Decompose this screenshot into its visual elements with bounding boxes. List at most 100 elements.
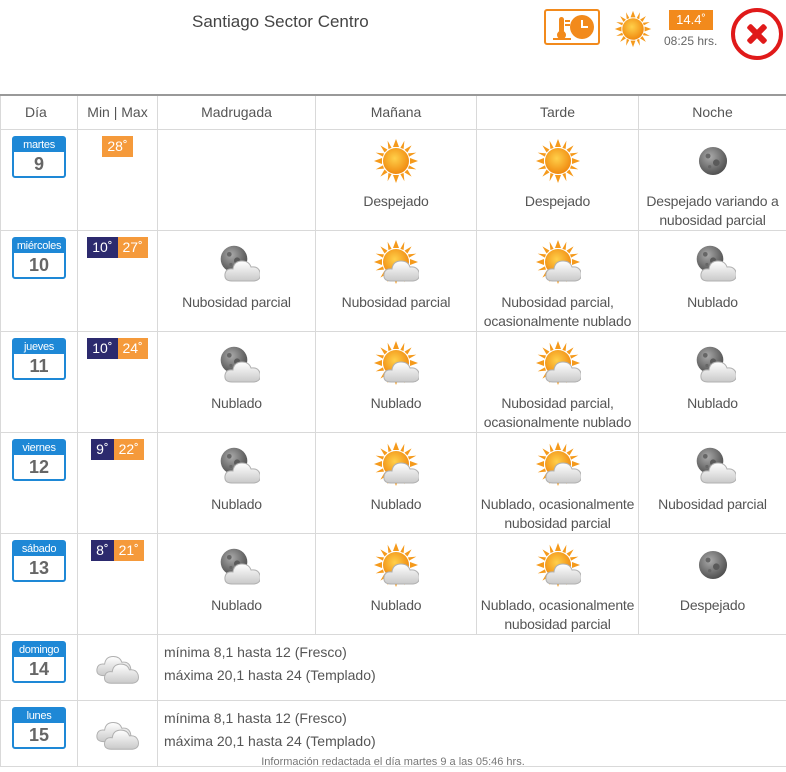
- forecast-description: Nubosidad parcial, ocasionalmente nublad…: [483, 394, 632, 430]
- forecast-slot: Nublado: [315, 330, 477, 433]
- sun-icon: [614, 10, 652, 48]
- max-summary: máxima 20,1 hasta 24 (Templado): [164, 732, 376, 749]
- extended-icon-cell: [77, 633, 158, 701]
- current-time: 08:25 hrs.: [664, 34, 718, 48]
- column-day: Día: [0, 94, 78, 130]
- moon-cloud-icon: [696, 346, 736, 386]
- moon-cloud-icon: [220, 245, 260, 285]
- moon-icon: [698, 146, 727, 175]
- forecast-description: Despejado: [524, 192, 591, 209]
- column-manana: Mañana: [315, 94, 477, 130]
- forecast-description: Nublado: [370, 394, 422, 411]
- forecast-slot: Nublado: [315, 431, 477, 534]
- day-badge: martes 9: [12, 135, 66, 178]
- extended-summary: mínima 8,1 hasta 12 (Fresco) máxima 20,1 …: [157, 633, 786, 701]
- forecast-description: Nublado, ocasionalmente nubosidad parcia…: [480, 495, 635, 531]
- day-badge: viernes 12: [12, 438, 66, 481]
- sun-cloud-icon: [373, 441, 419, 487]
- table-header-row: Día Min | Max Madrugada Mañana Tarde Noc…: [0, 94, 786, 130]
- close-button[interactable]: [731, 8, 783, 60]
- forecast-description: Nublado, ocasionalmente nubosidad parcia…: [480, 596, 635, 632]
- day-name: jueves: [14, 339, 64, 354]
- column-minmax: Min | Max: [77, 94, 158, 130]
- table-row: viernes 12 9˚ 22˚ Nublado Nublado Nublado, oca…: [0, 431, 786, 534]
- day-date: 12: [28, 456, 50, 477]
- forecast-slot: Nubosidad parcial: [157, 229, 316, 332]
- station-name: Santiago Sector Centro: [192, 12, 369, 31]
- thermometer-icon: [553, 17, 571, 40]
- forecast-description: Despejado: [363, 192, 429, 209]
- day-badge: domingo 14: [12, 640, 66, 683]
- sun-cloud-icon: [535, 340, 581, 386]
- forecast-table: Día Min | Max Madrugada Mañana Tarde Noc…: [0, 94, 786, 767]
- column-tarde: Tarde: [476, 94, 639, 130]
- day-name: martes: [14, 137, 64, 152]
- sun-icon: [535, 138, 581, 184]
- max-temp: 28˚: [102, 135, 133, 157]
- moon-cloud-icon: [220, 548, 260, 588]
- forecast-slot: Nublado: [638, 229, 786, 332]
- moon-cloud-icon: [696, 447, 736, 487]
- moon-cloud-icon: [220, 447, 260, 487]
- minmax-cell: 10˚ 27˚: [77, 229, 158, 332]
- cloudy-icon: [96, 711, 140, 755]
- moon-icon: [698, 550, 727, 579]
- forecast-slot: Despejado: [476, 128, 639, 231]
- min-summary: mínima 8,1 hasta 12 (Fresco): [164, 643, 347, 660]
- max-temp: 22˚: [113, 438, 144, 460]
- footer-note: Información redactada el día martes 9 a …: [261, 756, 525, 768]
- day-cell: jueves 11: [0, 330, 78, 433]
- forecast-slot: Despejado variando a nubosidad parcial: [638, 128, 786, 231]
- sun-cloud-icon: [373, 340, 419, 386]
- minmax-cell: 8˚ 21˚: [77, 532, 158, 635]
- day-badge: lunes 15: [12, 706, 66, 749]
- forecast-description: Nublado: [211, 596, 262, 613]
- forecast-description: Nubosidad parcial: [182, 293, 291, 310]
- forecast-description: Despejado variando a nubosidad parcial: [646, 192, 779, 228]
- day-name: sábado: [14, 541, 64, 556]
- forecast-slot: Nubosidad parcial, ocasionalmente nublad…: [476, 330, 639, 433]
- day-badge: miércoles 10: [12, 236, 66, 279]
- forecast-slot: [157, 128, 316, 231]
- day-date: 14: [28, 658, 50, 679]
- forecast-description: Nublado: [687, 394, 738, 411]
- day-cell: martes 9: [0, 128, 78, 231]
- cloudy-icon: [96, 645, 140, 689]
- min-temp: 8˚: [91, 539, 114, 561]
- forecast-description: Nublado: [211, 394, 262, 411]
- sun-cloud-icon: [535, 441, 581, 487]
- day-name: miércoles: [14, 238, 64, 253]
- minmax-cell: 10˚ 24˚: [77, 330, 158, 433]
- forecast-slot: Nublado: [157, 532, 316, 635]
- extended-row: domingo 14 mínima 8,1 hasta 12 (Fresco) máx…: [0, 633, 786, 701]
- forecast-slot: Nubosidad parcial: [315, 229, 477, 332]
- moon-cloud-icon: [696, 245, 736, 285]
- forecast-slot: Despejado: [315, 128, 477, 231]
- column-noche: Noche: [638, 94, 786, 130]
- forecast-slot: Despejado: [638, 532, 786, 635]
- table-row: sábado 13 8˚ 21˚ Nublado Nublado Nublado, ocas…: [0, 532, 786, 635]
- moon-cloud-icon: [220, 346, 260, 386]
- forecast-slot: Nublado: [157, 330, 316, 433]
- forecast-slot: Nublado, ocasionalmente nubosidad parcia…: [476, 431, 639, 534]
- min-temp: 9˚: [91, 438, 114, 460]
- day-date: 9: [33, 153, 44, 174]
- day-date: 15: [28, 724, 50, 745]
- thermometer-clock-icon[interactable]: [544, 9, 600, 45]
- forecast-description: Nubosidad parcial: [341, 293, 451, 310]
- column-madrugada: Madrugada: [157, 94, 316, 130]
- day-name: domingo: [14, 642, 64, 657]
- min-temp: 10˚: [87, 337, 118, 359]
- day-cell: viernes 12: [0, 431, 78, 534]
- max-temp: 21˚: [113, 539, 144, 561]
- table-row: martes 9 28˚ Despejado Despejado Despejado va…: [0, 128, 786, 231]
- max-temp: 27˚: [117, 236, 148, 258]
- forecast-description: Nublado: [687, 293, 738, 310]
- forecast-description: Despejado: [679, 596, 746, 613]
- forecast-description: Nublado: [211, 495, 262, 512]
- day-cell: sábado 13: [0, 532, 78, 635]
- day-date: 13: [28, 557, 50, 578]
- header: Santiago Sector Centro 14.4˚ 08:25 hrs.: [0, 0, 786, 94]
- day-name: viernes: [14, 440, 64, 455]
- forecast-description: Nublado: [370, 596, 422, 613]
